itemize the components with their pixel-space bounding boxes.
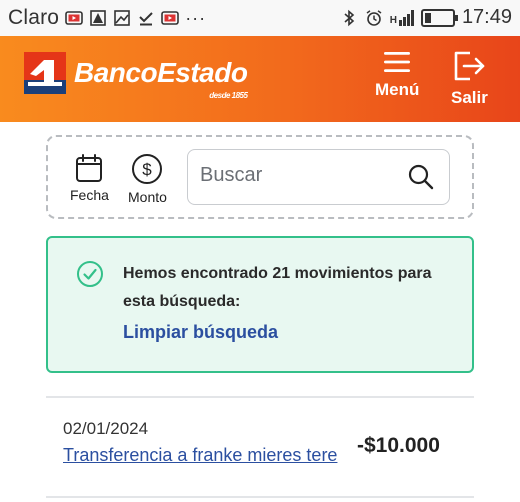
bancoestado-logo-icon bbox=[24, 52, 66, 94]
check-circle-icon bbox=[77, 261, 103, 287]
search-result-banner: Hemos encontrado 21 movimientos para est… bbox=[46, 236, 474, 373]
carrier-name: Claro bbox=[8, 6, 60, 29]
signal-icon: H bbox=[389, 9, 414, 26]
search-box[interactable] bbox=[187, 149, 450, 205]
brand-name: BancoEstado desde 1855 bbox=[74, 57, 248, 100]
alarm-icon bbox=[366, 9, 382, 26]
clear-search-link[interactable]: Limpiar búsqueda bbox=[123, 322, 278, 343]
search-filters-panel: Fecha $ Monto bbox=[46, 135, 474, 219]
svg-text:$: $ bbox=[143, 160, 153, 179]
brand-title: BancoEstado bbox=[74, 57, 248, 88]
more-notifications-icon: ··· bbox=[185, 7, 207, 28]
menu-button[interactable]: Menú bbox=[375, 50, 419, 100]
video-notification-icon bbox=[161, 11, 179, 25]
status-bar: Claro ··· H 17:49 bbox=[0, 0, 520, 36]
divider bbox=[46, 396, 474, 398]
logout-label: Salir bbox=[451, 88, 488, 107]
result-message: Hemos encontrado 21 movimientos para est… bbox=[123, 265, 432, 310]
divider bbox=[46, 496, 474, 498]
app-header: BancoEstado desde 1855 Menú Salir bbox=[0, 36, 520, 122]
logout-button[interactable]: Salir bbox=[451, 50, 488, 108]
logout-icon bbox=[455, 51, 485, 81]
transaction-description-link[interactable]: Transferencia a franke mieres tere bbox=[63, 445, 337, 466]
transaction-date: 02/01/2024 bbox=[63, 419, 149, 438]
transaction-amount: -$10.000 bbox=[357, 434, 440, 457]
dollar-circle-icon: $ bbox=[132, 154, 163, 184]
amount-filter-label: Monto bbox=[128, 189, 167, 205]
network-type: H bbox=[389, 14, 397, 26]
brand-subtitle: desde 1855 bbox=[209, 91, 248, 100]
calendar-icon bbox=[76, 154, 103, 182]
hamburger-menu-icon bbox=[384, 52, 411, 72]
gallery-icon bbox=[114, 10, 130, 26]
amount-filter-button[interactable]: $ Monto bbox=[128, 153, 167, 205]
clock-time: 17:49 bbox=[461, 6, 512, 28]
download-done-icon bbox=[139, 12, 153, 26]
youtube-notification-icon bbox=[65, 11, 83, 25]
date-filter-button[interactable]: Fecha bbox=[70, 153, 109, 203]
menu-label: Menú bbox=[375, 80, 420, 99]
search-icon[interactable] bbox=[407, 163, 435, 191]
bluetooth-icon bbox=[344, 9, 354, 26]
battery-icon bbox=[420, 8, 458, 27]
search-input[interactable] bbox=[200, 164, 400, 187]
date-filter-label: Fecha bbox=[70, 187, 109, 203]
bancoestado-logo[interactable]: BancoEstado desde 1855 bbox=[24, 52, 248, 100]
warning-image-icon bbox=[90, 10, 106, 26]
